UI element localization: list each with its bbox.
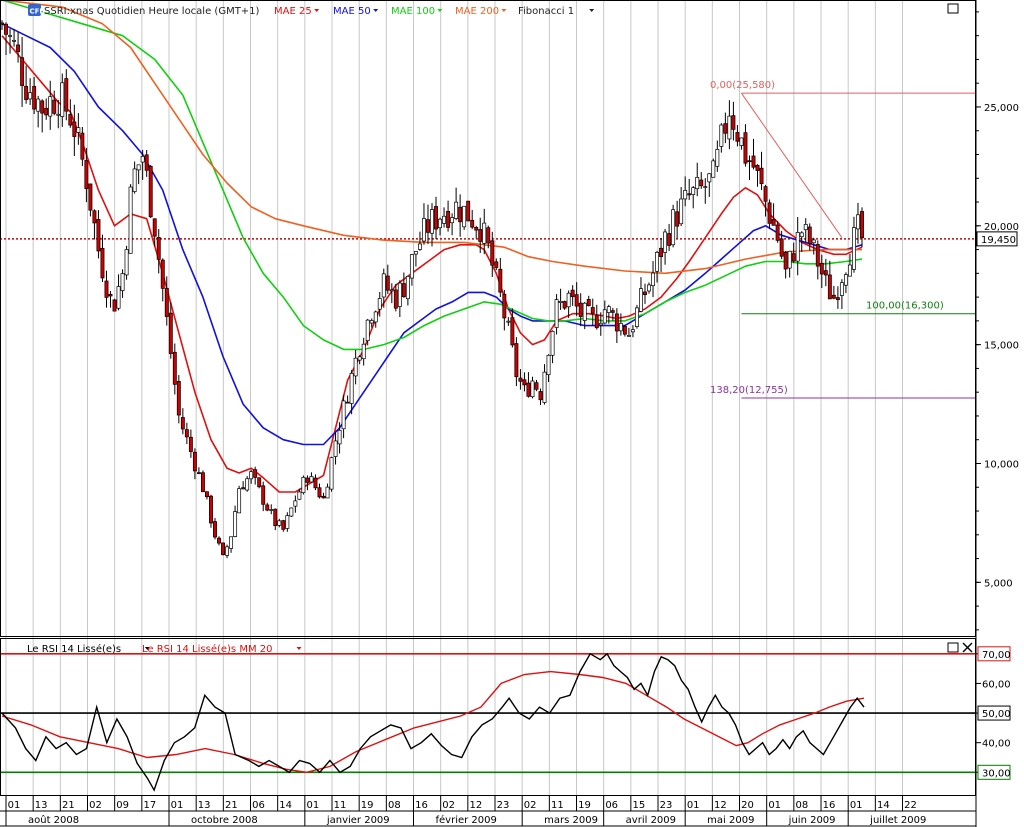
date-tick-label: 01 [8,800,21,811]
candle [301,475,306,495]
price-axis-tick-label: 25,000 [984,103,1019,114]
candle [257,477,262,489]
date-tick-label: 12 [714,800,727,811]
date-tick-label: 12 [469,800,482,811]
date-tick-label: 02 [524,800,537,811]
date-tick-label: 01 [687,800,700,811]
indicator-mae-100[interactable]: MAE 100 [391,6,435,17]
month-label: mars 2009 [544,815,598,826]
candle [466,200,471,222]
candle [124,245,129,280]
date-tick-label: 19 [361,800,374,811]
month-label: octobre 2008 [191,815,258,826]
candle [128,184,133,254]
date-tick-label: 21 [62,800,75,811]
date-tick-label: 23 [497,800,510,811]
date-tick-label: 20 [741,800,754,811]
indicator-mae-50[interactable]: MAE 50 [333,6,371,17]
month-label: mai 2009 [707,815,754,826]
indicator-mae-200[interactable]: MAE 200 [455,6,499,17]
candle [221,542,225,556]
rsi-axis-tick-label: 70,00 [982,650,1011,661]
date-tick-label: 15 [632,800,645,811]
fibonacci-level-label: 100,00(16,300) [866,301,944,312]
price-axis-tick-label: 20,000 [984,222,1019,233]
date-tick-label: 09 [116,800,129,811]
date-tick-label: 01 [850,800,863,811]
date-tick-label: 13 [198,800,211,811]
date-tick-label: 19 [578,800,591,811]
candle [462,205,467,230]
candle [635,304,639,329]
rsi-axis-tick-label: 60,00 [982,679,1011,690]
rsi-axis-tick-label: 40,00 [982,739,1011,750]
date-tick-label: 14 [877,800,890,811]
candle [671,204,676,248]
date-tick-label: 14 [279,800,292,811]
rsi-indicator-label[interactable]: Le RSI 14 Lissé(e)s [27,643,121,655]
month-label: avril 2009 [626,815,676,826]
date-tick-label: 08 [388,800,401,811]
candle [245,476,250,492]
date-tick-label: 06 [252,800,265,811]
candle [711,158,716,178]
month-label: août 2008 [28,814,79,826]
instrument-label[interactable]: SSRI:xnas Quotidien Heure locale (GMT+1) [44,6,260,17]
candle [289,507,294,518]
candle [237,485,242,514]
date-tick-label: 01 [171,800,184,811]
price-axis-tick-label: 5,000 [984,578,1013,589]
date-tick-label: 01 [768,800,781,811]
date-tick-label: 22 [904,800,917,811]
date-tick-label: 16 [823,800,836,811]
indicator-mae-25[interactable]: MAE 25 [274,6,312,17]
date-tick-label: 08 [795,800,808,811]
date-tick-label: 16 [415,800,428,811]
candle [200,470,205,493]
candle [209,494,213,528]
date-tick-label: 11 [551,800,564,811]
indicator-fibonacci-1[interactable]: Fibonacci 1 [518,6,574,17]
date-tick-label: 01 [306,800,319,811]
candle [112,298,117,312]
last-price-label: 19,450 [981,235,1016,246]
rsi-axis-tick-label: 50,00 [982,709,1011,720]
candle [329,456,334,492]
date-tick-label: 21 [225,800,238,811]
date-tick-label: 11 [334,800,347,811]
date-tick-label: 02 [89,800,102,811]
month-label: février 2009 [436,814,497,826]
candle [213,518,217,540]
month-label: juillet 2009 [869,815,926,826]
rsi-indicator-label[interactable]: Le RSI 14 Lissé(e)s MM 20 [142,643,272,655]
candle [148,164,153,219]
month-label: juin 2009 [788,815,836,826]
price-axis-tick-label: 10,000 [984,459,1019,470]
month-label: janvier 2009 [326,815,390,826]
date-tick-label: 02 [442,800,455,811]
date-tick-label: 06 [605,800,618,811]
rsi-axis-tick-label: 30,00 [982,768,1011,779]
date-tick-label: 17 [143,800,156,811]
date-tick-label: 13 [35,800,48,811]
fibonacci-level-label: 138,20(12,755) [710,385,788,396]
price-axis-tick-label: 15,000 [984,341,1019,352]
fibonacci-level-label: 0,00(25,580) [710,80,775,91]
date-tick-label: 23 [660,800,673,811]
